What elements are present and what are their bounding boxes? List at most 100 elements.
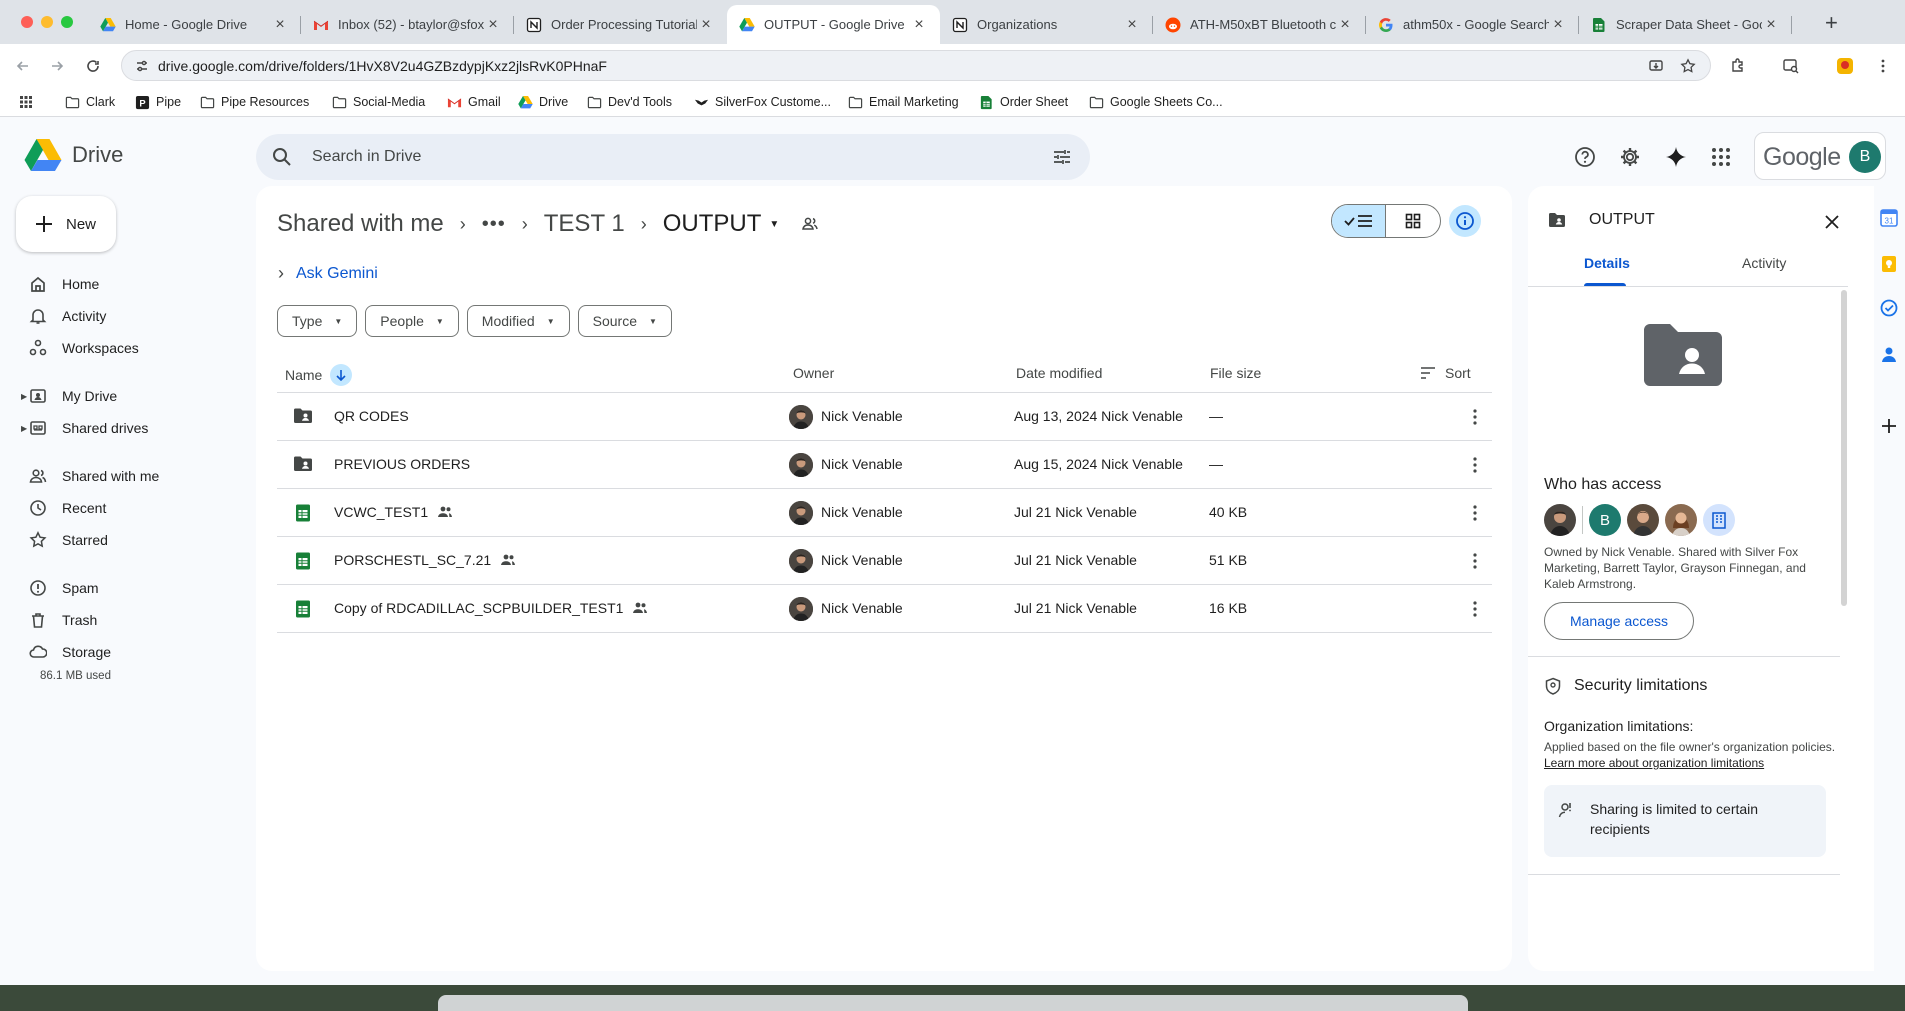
table-row[interactable]: Copy of RDCADILLAC_SCPBUILDER_TEST1 Nick… bbox=[277, 585, 1492, 633]
more-actions-icon[interactable] bbox=[1463, 501, 1487, 525]
drive-logo[interactable]: Drive bbox=[24, 138, 123, 172]
tab-search-button[interactable] bbox=[1780, 55, 1802, 77]
tab-details[interactable]: Details bbox=[1584, 255, 1630, 271]
close-tab-icon[interactable]: × bbox=[1336, 16, 1354, 34]
calendar-app-icon[interactable]: 31 bbox=[1879, 208, 1899, 228]
extensions-button[interactable] bbox=[1727, 55, 1749, 77]
close-tab-icon[interactable]: × bbox=[484, 16, 502, 34]
close-tab-icon[interactable]: × bbox=[910, 16, 928, 34]
help-button[interactable] bbox=[1572, 144, 1598, 170]
chrome-menu-button[interactable] bbox=[1872, 55, 1894, 77]
new-tab-button[interactable]: + bbox=[1825, 10, 1838, 36]
bookmark-item[interactable]: Pipe Resources bbox=[199, 94, 309, 110]
gemini-button[interactable] bbox=[1663, 144, 1689, 170]
more-actions-icon[interactable] bbox=[1463, 453, 1487, 477]
close-tab-icon[interactable]: × bbox=[1762, 16, 1780, 34]
browser-tab[interactable]: athm50x - Google Search × bbox=[1366, 5, 1579, 44]
table-row[interactable]: VCWC_TEST1 Nick Venable Jul 21 Nick Vena… bbox=[277, 489, 1492, 537]
back-button[interactable] bbox=[12, 55, 34, 77]
forward-button[interactable] bbox=[46, 55, 68, 77]
manage-access-button[interactable]: Manage access bbox=[1544, 602, 1694, 640]
nav-spam[interactable]: Spam bbox=[28, 578, 99, 598]
google-account-button[interactable]: Google B bbox=[1754, 132, 1886, 180]
google-apps-button[interactable] bbox=[1708, 144, 1734, 170]
nav-activity[interactable]: Activity bbox=[28, 306, 106, 326]
column-name[interactable]: Name bbox=[285, 364, 353, 386]
browser-tab[interactable]: Organizations × bbox=[940, 5, 1153, 44]
browser-tab[interactable]: Inbox (52) - btaylor@sfox × bbox=[301, 5, 514, 44]
search-options-icon[interactable] bbox=[1052, 147, 1072, 167]
keep-app-icon[interactable] bbox=[1879, 254, 1899, 274]
filter-people[interactable]: People ▼ bbox=[365, 305, 459, 337]
filter-modified[interactable]: Modified ▼ bbox=[466, 305, 570, 337]
breadcrumb-more-icon[interactable]: ••• bbox=[482, 213, 506, 236]
close-window-button[interactable] bbox=[21, 16, 33, 28]
nav-recent[interactable]: Recent bbox=[28, 498, 106, 518]
add-addon-button[interactable] bbox=[1879, 416, 1899, 436]
breadcrumb-test-1[interactable]: TEST 1 bbox=[544, 210, 625, 238]
bookmark-item[interactable]: SilverFox Custome... bbox=[693, 94, 831, 110]
table-row[interactable]: QR CODES Nick Venable Aug 13, 2024 Nick … bbox=[277, 393, 1492, 441]
nav-home[interactable]: Home bbox=[28, 274, 99, 294]
bookmark-item[interactable]: P Pipe bbox=[134, 94, 181, 110]
folder-menu-caret-icon[interactable]: ▼ bbox=[769, 219, 779, 230]
nav-trash[interactable]: Trash bbox=[28, 610, 97, 630]
expand-caret-icon[interactable]: ▶ bbox=[21, 424, 27, 433]
ask-gemini-toggle[interactable]: › Ask Gemini bbox=[278, 263, 378, 284]
browser-tab[interactable]: Order Processing Tutorial × bbox=[514, 5, 727, 44]
close-details-button[interactable] bbox=[1818, 208, 1846, 236]
close-tab-icon[interactable]: × bbox=[697, 16, 715, 34]
more-actions-icon[interactable] bbox=[1463, 549, 1487, 573]
column-date-modified[interactable]: Date modified bbox=[1016, 365, 1102, 381]
expand-caret-icon[interactable]: ▶ bbox=[21, 392, 27, 401]
details-scrollbar[interactable] bbox=[1841, 290, 1847, 606]
address-bar[interactable]: drive.google.com/drive/folders/1HvX8V2u4… bbox=[121, 50, 1711, 81]
close-tab-icon[interactable]: × bbox=[1549, 16, 1567, 34]
browser-tab[interactable]: OUTPUT - Google Drive × bbox=[727, 5, 940, 44]
nav-workspaces[interactable]: Workspaces bbox=[28, 338, 139, 358]
sort-arrow-down-icon[interactable] bbox=[330, 364, 353, 386]
tab-activity[interactable]: Activity bbox=[1742, 255, 1786, 271]
breadcrumb-current-folder[interactable]: OUTPUT bbox=[663, 210, 762, 238]
list-view-button[interactable] bbox=[1332, 205, 1387, 237]
bookmark-item[interactable]: Social-Media bbox=[331, 94, 425, 110]
nav-shared-with-me[interactable]: Shared with me bbox=[28, 466, 159, 486]
reload-button[interactable] bbox=[82, 55, 104, 77]
bookmark-item[interactable]: Drive bbox=[517, 94, 568, 110]
bookmark-item[interactable]: Order Sheet bbox=[978, 94, 1068, 110]
nav-storage[interactable]: Storage bbox=[28, 642, 111, 662]
profile-button[interactable] bbox=[1834, 55, 1856, 77]
new-button[interactable]: New bbox=[16, 196, 116, 252]
table-row[interactable]: PORSCHESTL_SC_7.21 Nick Venable Jul 21 N… bbox=[277, 537, 1492, 585]
breadcrumb-shared-with-me[interactable]: Shared with me bbox=[277, 210, 444, 238]
apps-button[interactable] bbox=[18, 94, 34, 110]
tasks-app-icon[interactable] bbox=[1879, 298, 1899, 318]
browser-tab[interactable]: Scraper Data Sheet - Goo × bbox=[1579, 5, 1792, 44]
bookmark-item[interactable]: Dev'd Tools bbox=[586, 94, 672, 110]
close-tab-icon[interactable]: × bbox=[1123, 16, 1141, 34]
bookmark-item[interactable]: Clark bbox=[64, 94, 115, 110]
column-owner[interactable]: Owner bbox=[793, 365, 834, 381]
table-row[interactable]: PREVIOUS ORDERS Nick Venable Aug 15, 202… bbox=[277, 441, 1492, 489]
bookmark-item[interactable]: Gmail bbox=[446, 94, 501, 110]
search-input[interactable] bbox=[312, 146, 1012, 168]
bookmark-item[interactable]: Google Sheets Co... bbox=[1088, 94, 1223, 110]
view-details-button[interactable] bbox=[1449, 205, 1481, 237]
settings-button[interactable] bbox=[1617, 144, 1643, 170]
zoom-window-button[interactable] bbox=[61, 16, 73, 28]
search-bar[interactable] bbox=[256, 134, 1090, 180]
column-file-size[interactable]: File size bbox=[1210, 365, 1261, 381]
minimize-window-button[interactable] bbox=[41, 16, 53, 28]
sort-button[interactable]: Sort bbox=[1420, 365, 1471, 381]
learn-more-link[interactable]: Learn more about organization limitation… bbox=[1544, 756, 1764, 770]
nav-starred[interactable]: Starred bbox=[28, 530, 108, 550]
more-actions-icon[interactable] bbox=[1463, 405, 1487, 429]
close-tab-icon[interactable]: × bbox=[271, 16, 289, 34]
filter-type[interactable]: Type ▼ bbox=[277, 305, 358, 337]
nav-my-drive[interactable]: ▶ My Drive bbox=[21, 386, 117, 406]
bookmark-item[interactable]: Email Marketing bbox=[847, 94, 959, 110]
more-actions-icon[interactable] bbox=[1463, 597, 1487, 621]
nav-shared-drives[interactable]: ▶ Shared drives bbox=[21, 418, 148, 438]
browser-tab[interactable]: ATH-M50xBT Bluetooth c × bbox=[1153, 5, 1366, 44]
contacts-app-icon[interactable] bbox=[1879, 344, 1899, 364]
